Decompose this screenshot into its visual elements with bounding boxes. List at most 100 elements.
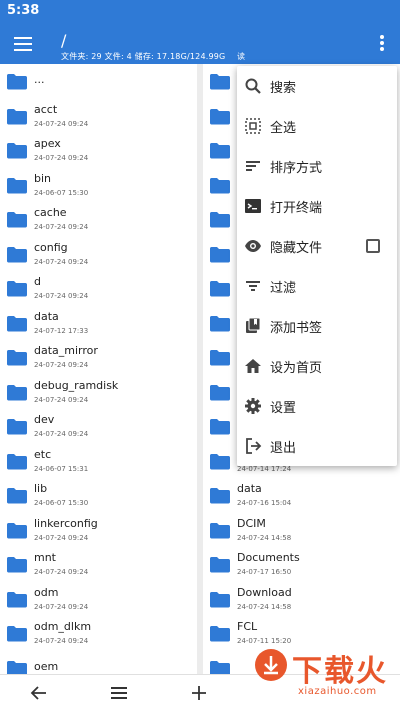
storage-stats: 文件夹: 29 文件: 4 储存: 17.18G/124.99G [61, 52, 226, 61]
menu-item[interactable]: 退出 [237, 426, 397, 466]
file-name: data [237, 482, 262, 495]
file-row[interactable]: data 24-07-16 15:04 [203, 478, 400, 512]
file-date: 24-07-24 09:24 [34, 119, 89, 128]
file-name: data_mirror [34, 344, 98, 357]
folder-icon [210, 212, 230, 228]
menu-item-label: 添加书签 [270, 321, 323, 336]
menu-item[interactable]: 排序方式 [237, 146, 397, 186]
folder-icon [7, 315, 27, 331]
folder-icon [7, 453, 27, 469]
file-row[interactable]: cache 24-07-24 09:24 [0, 202, 197, 236]
file-row[interactable]: oem [0, 651, 197, 674]
status-bar: 5:38 [0, 0, 400, 24]
menu-item-label: 排序方式 [270, 161, 323, 176]
file-date: 24-07-17 16:50 [237, 568, 292, 576]
folder-icon [7, 626, 27, 642]
folder-icon [7, 384, 27, 400]
filter-icon [246, 281, 260, 291]
folder-icon [210, 384, 230, 400]
file-date: 24-07-24 09:24 [34, 292, 89, 300]
file-date: 24-07-24 14:58 [237, 533, 292, 542]
menu-item[interactable]: 全选 [237, 106, 397, 146]
file-row[interactable]: config 24-07-24 09:24 [0, 237, 197, 271]
more-options-icon[interactable] [378, 35, 386, 55]
watermark-logo: 下载火 xiazaihuo.com [254, 646, 400, 706]
menu-item-label: 隐藏文件 [270, 241, 323, 256]
folder-icon [210, 522, 230, 538]
status-time: 5:38 [7, 3, 40, 18]
menu-item[interactable]: 设为首页 [237, 346, 397, 386]
file-row[interactable]: DCIM 24-07-24 14:58 [203, 513, 400, 547]
file-date: 24-07-24 14:58 [237, 602, 292, 611]
gear-icon [245, 398, 261, 414]
file-row[interactable]: bin 24-06-07 15:30 [0, 168, 197, 202]
file-name: odm_dlkm [34, 620, 92, 633]
file-row[interactable]: debug_ramdisk 24-07-24 09:24 [0, 375, 197, 409]
menu-item-label: 打开终端 [270, 201, 323, 216]
menu-item-label: 设置 [270, 401, 297, 416]
back-arrow-icon[interactable] [30, 684, 48, 702]
folder-icon [7, 419, 27, 435]
file-name: cache [34, 206, 67, 219]
file-row[interactable]: data 24-07-12 17:33 [0, 306, 197, 340]
file-name: debug_ramdisk [34, 378, 119, 392]
file-row[interactable]: FCL 24-07-11 15:20 [203, 616, 400, 650]
file-row[interactable]: Documents 24-07-17 16:50 [203, 547, 400, 581]
folder-icon [210, 488, 230, 504]
file-name: FCL [237, 620, 258, 633]
file-row[interactable]: odm 24-07-24 09:24 [0, 582, 197, 616]
file-name: etc [34, 447, 52, 461]
file-row[interactable]: Download 24-07-24 14:58 [203, 582, 400, 616]
file-row[interactable]: ... [0, 64, 197, 98]
app-bar: / 文件夹: 29 文件: 4 储存: 17.18G/124.99G 读 [0, 24, 400, 64]
menu-item[interactable]: 添加书签 [237, 306, 397, 346]
menu-item[interactable]: 隐藏文件 [237, 226, 397, 266]
hidden-files-checkbox[interactable] [366, 239, 380, 253]
menu-item-label: 搜索 [270, 81, 297, 96]
file-row[interactable]: dev 24-07-24 09:24 [0, 409, 197, 443]
file-row[interactable]: odm_dlkm 24-07-24 09:24 [0, 616, 197, 650]
folder-icon [7, 212, 27, 228]
file-row[interactable]: d 24-07-24 09:24 [0, 271, 197, 305]
folder-icon [7, 74, 27, 90]
file-date: 24-07-24 09:24 [34, 568, 89, 576]
folder-icon [7, 108, 27, 124]
file-name: Documents [237, 551, 300, 564]
bookmark-icon [246, 317, 261, 333]
file-row[interactable]: mnt 24-07-24 09:24 [0, 547, 197, 581]
file-name: config [34, 240, 68, 254]
file-name: odm [34, 585, 59, 599]
folder-icon [7, 143, 27, 159]
watermark-subtext: xiazaihuo.com [298, 686, 377, 697]
folder-icon [210, 246, 230, 262]
file-row[interactable]: data_mirror 24-07-24 09:24 [0, 340, 197, 374]
file-row[interactable]: lib 24-06-07 15:30 [0, 478, 197, 512]
file-date: 24-07-24 09:24 [34, 395, 89, 404]
file-date: 24-07-24 09:24 [34, 361, 89, 369]
file-row[interactable]: apex 24-07-24 09:24 [0, 133, 197, 167]
folder-icon [210, 626, 230, 642]
menu-item[interactable]: 设置 [237, 386, 397, 426]
file-row[interactable]: linkerconfig 24-07-24 09:24 [0, 513, 197, 547]
file-date: 24-07-24 09:24 [34, 154, 89, 162]
menu-item[interactable]: 打开终端 [237, 186, 397, 226]
folder-icon [210, 281, 230, 297]
folder-icon [210, 557, 230, 573]
folder-icon [210, 177, 230, 193]
left-file-pane: ... acct 24-07-24 09:24 apex 24-07-24 09:24 b… [0, 64, 197, 674]
search-icon [245, 78, 261, 94]
folder-icon [7, 522, 27, 538]
hamburger-menu-icon[interactable] [14, 37, 32, 51]
menu-item[interactable]: 过滤 [237, 266, 397, 306]
sort-icon [246, 161, 260, 171]
list-icon[interactable] [110, 685, 128, 701]
file-row[interactable]: acct 24-07-24 09:24 [0, 99, 197, 133]
folder-icon [7, 660, 27, 674]
add-icon[interactable] [190, 684, 208, 702]
home-icon [245, 359, 261, 373]
folder-icon [7, 177, 27, 193]
folder-icon [7, 350, 27, 366]
file-row[interactable]: etc 24-06-07 15:31 [0, 444, 197, 478]
file-name: DCIM [237, 516, 266, 530]
menu-item[interactable]: 搜索 [237, 66, 397, 106]
